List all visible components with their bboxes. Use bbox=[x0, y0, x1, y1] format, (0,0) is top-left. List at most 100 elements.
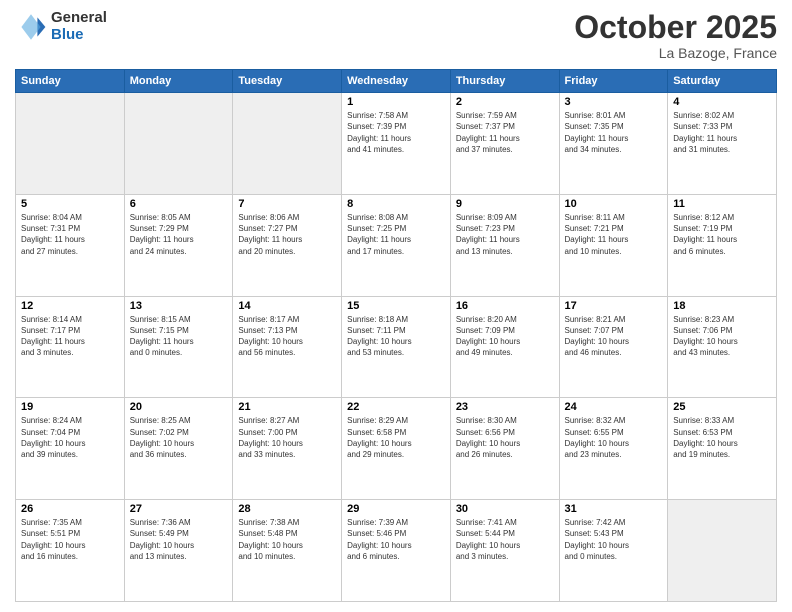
day-info: Sunrise: 7:59 AM Sunset: 7:37 PM Dayligh… bbox=[456, 110, 554, 155]
table-row: 11 Sunrise: 8:12 AM Sunset: 7:19 PM Dayli… bbox=[668, 194, 777, 296]
day-info: Sunrise: 8:04 AM Sunset: 7:31 PM Dayligh… bbox=[21, 212, 119, 257]
day-number: 16 bbox=[456, 300, 554, 312]
logo-blue-text: Blue bbox=[51, 27, 107, 44]
day-number: 25 bbox=[673, 401, 771, 413]
day-number: 7 bbox=[238, 198, 336, 210]
day-info: Sunrise: 7:38 AM Sunset: 5:48 PM Dayligh… bbox=[238, 517, 336, 562]
day-number: 4 bbox=[673, 96, 771, 108]
table-row: 13 Sunrise: 8:15 AM Sunset: 7:15 PM Dayli… bbox=[124, 296, 233, 398]
page: General Blue October 2025 La Bazoge, Fra… bbox=[0, 0, 792, 612]
table-row: 3 Sunrise: 8:01 AM Sunset: 7:35 PM Daylig… bbox=[559, 93, 668, 195]
table-row: 19 Sunrise: 8:24 AM Sunset: 7:04 PM Dayli… bbox=[16, 398, 125, 500]
table-row: 22Sunrise: 8:29 AM Sunset: 6:58 PM Dayli… bbox=[342, 398, 451, 500]
logo: General Blue bbox=[15, 10, 107, 43]
table-row: 5Sunrise: 8:04 AM Sunset: 7:31 PM Daylig… bbox=[16, 194, 125, 296]
day-info: Sunrise: 8:33 AM Sunset: 6:53 PM Dayligh… bbox=[673, 415, 771, 460]
day-number: 17 bbox=[565, 300, 663, 312]
day-number: 31 bbox=[565, 503, 663, 515]
day-info: Sunrise: 7:36 AM Sunset: 5:49 PM Dayligh… bbox=[130, 517, 228, 562]
day-number: 14 bbox=[238, 300, 336, 312]
day-number: 28 bbox=[238, 503, 336, 515]
table-row: 26 Sunrise: 7:35 AM Sunset: 5:51 PM Dayli… bbox=[16, 500, 125, 602]
table-row bbox=[668, 500, 777, 602]
day-info: Sunrise: 8:06 AM Sunset: 7:27 PM Dayligh… bbox=[238, 212, 336, 257]
day-info: Sunrise: 8:01 AM Sunset: 7:35 PM Dayligh… bbox=[565, 110, 663, 155]
day-number: 11 bbox=[673, 198, 771, 210]
header-saturday: Saturday bbox=[668, 70, 777, 93]
day-number: 26 bbox=[21, 503, 119, 515]
day-number: 3 bbox=[565, 96, 663, 108]
day-info: Sunrise: 8:08 AM Sunset: 7:25 PM Dayligh… bbox=[347, 212, 445, 257]
day-info: Sunrise: 7:41 AM Sunset: 5:44 PM Dayligh… bbox=[456, 517, 554, 562]
table-row: 12 Sunrise: 8:14 AM Sunset: 7:17 PM Dayli… bbox=[16, 296, 125, 398]
day-info: Sunrise: 8:24 AM Sunset: 7:04 PM Dayligh… bbox=[21, 415, 119, 460]
table-row: 7 Sunrise: 8:06 AM Sunset: 7:27 PM Daylig… bbox=[233, 194, 342, 296]
header-thursday: Thursday bbox=[450, 70, 559, 93]
day-info: Sunrise: 8:05 AM Sunset: 7:29 PM Dayligh… bbox=[130, 212, 228, 257]
month-title: October 2025 bbox=[574, 10, 777, 45]
table-row bbox=[16, 93, 125, 195]
table-row: 18 Sunrise: 8:23 AM Sunset: 7:06 PM Dayli… bbox=[668, 296, 777, 398]
day-number: 21 bbox=[238, 401, 336, 413]
table-row: 10Sunrise: 8:11 AM Sunset: 7:21 PM Dayli… bbox=[559, 194, 668, 296]
day-info: Sunrise: 8:23 AM Sunset: 7:06 PM Dayligh… bbox=[673, 314, 771, 359]
day-info: Sunrise: 7:35 AM Sunset: 5:51 PM Dayligh… bbox=[21, 517, 119, 562]
table-row: 6 Sunrise: 8:05 AM Sunset: 7:29 PM Daylig… bbox=[124, 194, 233, 296]
table-row: 24Sunrise: 8:32 AM Sunset: 6:55 PM Dayli… bbox=[559, 398, 668, 500]
day-number: 19 bbox=[21, 401, 119, 413]
day-number: 1 bbox=[347, 96, 445, 108]
day-number: 12 bbox=[21, 300, 119, 312]
day-number: 2 bbox=[456, 96, 554, 108]
table-row: 27 Sunrise: 7:36 AM Sunset: 5:49 PM Dayli… bbox=[124, 500, 233, 602]
table-row: 21Sunrise: 8:27 AM Sunset: 7:00 PM Dayli… bbox=[233, 398, 342, 500]
day-number: 13 bbox=[130, 300, 228, 312]
calendar-week-row: 12 Sunrise: 8:14 AM Sunset: 7:17 PM Dayli… bbox=[16, 296, 777, 398]
day-info: Sunrise: 7:39 AM Sunset: 5:46 PM Dayligh… bbox=[347, 517, 445, 562]
day-info: Sunrise: 8:15 AM Sunset: 7:15 PM Dayligh… bbox=[130, 314, 228, 359]
header: General Blue October 2025 La Bazoge, Fra… bbox=[15, 10, 777, 61]
day-info: Sunrise: 8:02 AM Sunset: 7:33 PM Dayligh… bbox=[673, 110, 771, 155]
table-row: 8 Sunrise: 8:08 AM Sunset: 7:25 PM Daylig… bbox=[342, 194, 451, 296]
title-block: October 2025 La Bazoge, France bbox=[574, 10, 777, 61]
calendar-week-row: 1Sunrise: 7:58 AM Sunset: 7:39 PM Daylig… bbox=[16, 93, 777, 195]
day-number: 6 bbox=[130, 198, 228, 210]
table-row: 29Sunrise: 7:39 AM Sunset: 5:46 PM Dayli… bbox=[342, 500, 451, 602]
day-info: Sunrise: 8:32 AM Sunset: 6:55 PM Dayligh… bbox=[565, 415, 663, 460]
day-info: Sunrise: 8:11 AM Sunset: 7:21 PM Dayligh… bbox=[565, 212, 663, 257]
day-info: Sunrise: 8:14 AM Sunset: 7:17 PM Dayligh… bbox=[21, 314, 119, 359]
day-info: Sunrise: 8:17 AM Sunset: 7:13 PM Dayligh… bbox=[238, 314, 336, 359]
calendar-week-row: 26 Sunrise: 7:35 AM Sunset: 5:51 PM Dayli… bbox=[16, 500, 777, 602]
logo-icon bbox=[15, 11, 47, 43]
header-wednesday: Wednesday bbox=[342, 70, 451, 93]
table-row: 1Sunrise: 7:58 AM Sunset: 7:39 PM Daylig… bbox=[342, 93, 451, 195]
day-info: Sunrise: 8:25 AM Sunset: 7:02 PM Dayligh… bbox=[130, 415, 228, 460]
table-row bbox=[233, 93, 342, 195]
table-row: 17Sunrise: 8:21 AM Sunset: 7:07 PM Dayli… bbox=[559, 296, 668, 398]
header-monday: Monday bbox=[124, 70, 233, 93]
day-number: 18 bbox=[673, 300, 771, 312]
day-number: 30 bbox=[456, 503, 554, 515]
day-number: 27 bbox=[130, 503, 228, 515]
day-info: Sunrise: 8:18 AM Sunset: 7:11 PM Dayligh… bbox=[347, 314, 445, 359]
header-sunday: Sunday bbox=[16, 70, 125, 93]
location: La Bazoge, France bbox=[574, 45, 777, 61]
day-info: Sunrise: 8:09 AM Sunset: 7:23 PM Dayligh… bbox=[456, 212, 554, 257]
logo-general-text: General bbox=[51, 10, 107, 27]
logo-text: General Blue bbox=[51, 10, 107, 43]
day-number: 20 bbox=[130, 401, 228, 413]
table-row: 28 Sunrise: 7:38 AM Sunset: 5:48 PM Dayli… bbox=[233, 500, 342, 602]
table-row bbox=[124, 93, 233, 195]
day-number: 23 bbox=[456, 401, 554, 413]
table-row: 16Sunrise: 8:20 AM Sunset: 7:09 PM Dayli… bbox=[450, 296, 559, 398]
header-tuesday: Tuesday bbox=[233, 70, 342, 93]
day-number: 8 bbox=[347, 198, 445, 210]
day-info: Sunrise: 8:29 AM Sunset: 6:58 PM Dayligh… bbox=[347, 415, 445, 460]
table-row: 15 Sunrise: 8:18 AM Sunset: 7:11 PM Dayli… bbox=[342, 296, 451, 398]
header-friday: Friday bbox=[559, 70, 668, 93]
day-info: Sunrise: 8:30 AM Sunset: 6:56 PM Dayligh… bbox=[456, 415, 554, 460]
calendar-week-row: 19 Sunrise: 8:24 AM Sunset: 7:04 PM Dayli… bbox=[16, 398, 777, 500]
day-info: Sunrise: 8:12 AM Sunset: 7:19 PM Dayligh… bbox=[673, 212, 771, 257]
table-row: 2 Sunrise: 7:59 AM Sunset: 7:37 PM Daylig… bbox=[450, 93, 559, 195]
table-row: 30 Sunrise: 7:41 AM Sunset: 5:44 PM Dayli… bbox=[450, 500, 559, 602]
day-number: 15 bbox=[347, 300, 445, 312]
